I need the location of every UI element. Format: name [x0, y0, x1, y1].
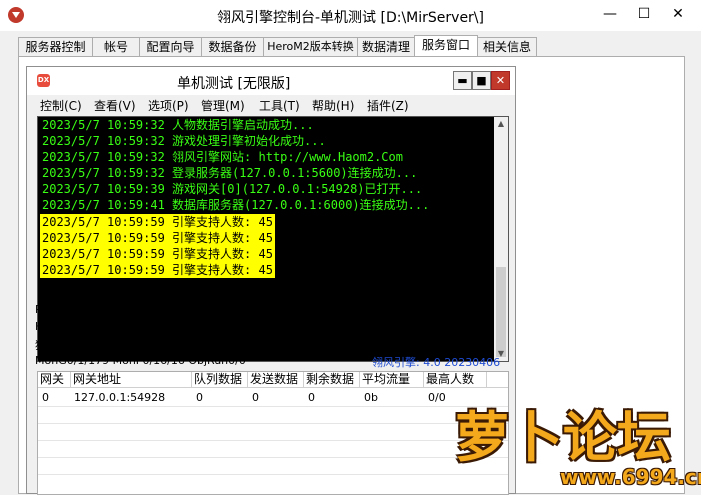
table-row-line [38, 423, 508, 424]
menu-tools[interactable]: 工具(T) [259, 97, 300, 114]
gateway-table: 网关 网关地址 队列数据 发送数据 剩余数据 平均流量 最高人数 0 127.0… [37, 371, 509, 495]
status-run: Run64/59 Soc0/0 Usr0/16 [35, 303, 176, 316]
table-cell: 0 [252, 391, 259, 404]
table-cell: 0 [196, 391, 203, 404]
log-line: 2023/5/7 10:59:32 翎风引擎网站: http://www.Hao… [42, 150, 403, 164]
header-send-data[interactable]: 发送数据 [248, 372, 304, 387]
status-version: 翎风引擎: 4.0 20230406 [372, 356, 501, 369]
menu-help[interactable]: 帮助(H) [312, 97, 354, 114]
tab-data-cleanup[interactable]: 数据清理 [357, 37, 415, 56]
status-online: [在线:0/0/0] [372, 322, 435, 335]
tab-account[interactable]: 帐号 [92, 37, 140, 56]
inner-title-bar: DX 单机测试 [无限版] ▬ ■ ✕ [27, 67, 515, 95]
status-mon-group: MonG0/1/179 MonP0/16/16 ObjRun0/0 [35, 354, 246, 367]
close-button[interactable]: ✕ [664, 4, 692, 24]
menu-options[interactable]: 选项(P) [148, 97, 189, 114]
watermark-url: www.6994.cn [560, 465, 701, 489]
log-line: 2023/5/7 10:59:39 游戏网关[0](127.0.0.1:5492… [42, 182, 423, 196]
minimize-button[interactable]: — [596, 4, 624, 24]
tab-service-window[interactable]: 服务窗口 [414, 35, 478, 57]
header-remaining-data[interactable]: 剩余数据 [304, 372, 360, 387]
watermark-logo: 萝卜论坛 www.6994.cn [455, 385, 701, 492]
log-line-highlight: 2023/5/7 10:59:59 引擎支持人数: 45 [40, 262, 275, 278]
log-line: 2023/5/7 10:59:32 游戏处理引擎初始化成功... [42, 134, 326, 148]
table-row-line [38, 440, 508, 441]
status-engine-time: 引擎: 0:8:54 [M][F] [232, 305, 334, 318]
tab-server-control[interactable]: 服务器控制 [18, 37, 93, 56]
table-cell: 127.0.0.1:54928 [74, 391, 166, 404]
table-row-line [38, 457, 508, 458]
header-gateway[interactable]: 网关 [38, 372, 71, 387]
status-local: [本机:3.7278天] [372, 339, 456, 352]
inner-minimize-button[interactable]: ▬ [453, 71, 472, 90]
maximize-button[interactable]: ☐ [630, 4, 658, 24]
table-cell: 0 [42, 391, 49, 404]
tab-herom2-convert[interactable]: HeroM2版本转换 [263, 37, 358, 56]
status-hum: Hum0/0 Mon0/16 UsrRot16/1113 Merch0/1 Np… [35, 320, 333, 333]
menu-control[interactable]: 控制(C) [40, 97, 82, 114]
inner-app-icon: DX [37, 74, 50, 87]
log-line: 2023/5/7 10:59:32 人物数据引擎启动成功... [42, 118, 314, 132]
tab-config-wizard[interactable]: 配置向导 [139, 37, 202, 56]
table-header: 网关 网关地址 队列数据 发送数据 剩余数据 平均流量 最高人数 [38, 372, 508, 388]
inner-maximize-button[interactable]: ■ [472, 71, 491, 90]
scroll-up-icon[interactable]: ▲ [494, 117, 508, 131]
table-row-line [38, 406, 508, 407]
header-gateway-address[interactable]: 网关地址 [71, 372, 192, 387]
watermark-name: 萝卜论坛 [455, 406, 671, 469]
log-scrollbar[interactable]: ▲ ▼ [494, 117, 508, 361]
tab-related-info[interactable]: 相关信息 [477, 37, 537, 56]
inner-close-button[interactable]: ✕ [491, 71, 510, 90]
inner-window: DX 单机测试 [无限版] ▬ ■ ✕ 控制(C) 查看(V) 选项(P) 管理… [26, 66, 516, 495]
status-monster-refresh: [刷怪:23230] [372, 305, 442, 318]
log-line-highlight: 2023/5/7 10:59:59 引擎支持人数: 45 [40, 246, 275, 262]
title-bar: 翎风引擎控制台-单机测试 [D:\MirServer\] — ☐ ✕ [0, 0, 701, 31]
table-cell: 0/0 [428, 391, 446, 404]
tab-data-backup[interactable]: 数据备份 [201, 37, 264, 56]
log-line: 2023/5/7 10:59:41 数据库服务器(127.0.0.1:6000)… [42, 198, 430, 212]
inner-window-title: 单机测试 [无限版] [177, 76, 291, 92]
menu-view[interactable]: 查看(V) [94, 97, 136, 114]
menu-manage[interactable]: 管理(M) [201, 97, 245, 114]
status-monster-info: 狰,1182/1382 - 天藏神卫/1250/87 [35, 339, 214, 352]
menu-bar: 控制(C) 查看(V) 选项(P) 管理(M) 工具(T) 帮助(H) 插件(Z… [27, 95, 515, 115]
log-line-highlight: 2023/5/7 10:59:59 引擎支持人数: 45 [40, 230, 275, 246]
table-cell: 0b [364, 391, 378, 404]
menu-plugins[interactable]: 插件(Z) [367, 97, 409, 114]
header-queue-data[interactable]: 队列数据 [192, 372, 248, 387]
table-row-line [38, 474, 508, 475]
scroll-thumb[interactable] [496, 267, 506, 357]
log-line-highlight: 2023/5/7 10:59:59 引擎支持人数: 45 [40, 214, 275, 230]
table-cell: 0 [308, 391, 315, 404]
log-line: 2023/5/7 10:59:32 登录服务器(127.0.0.1:5600)连… [42, 166, 418, 180]
header-avg-traffic[interactable]: 平均流量 [360, 372, 424, 387]
